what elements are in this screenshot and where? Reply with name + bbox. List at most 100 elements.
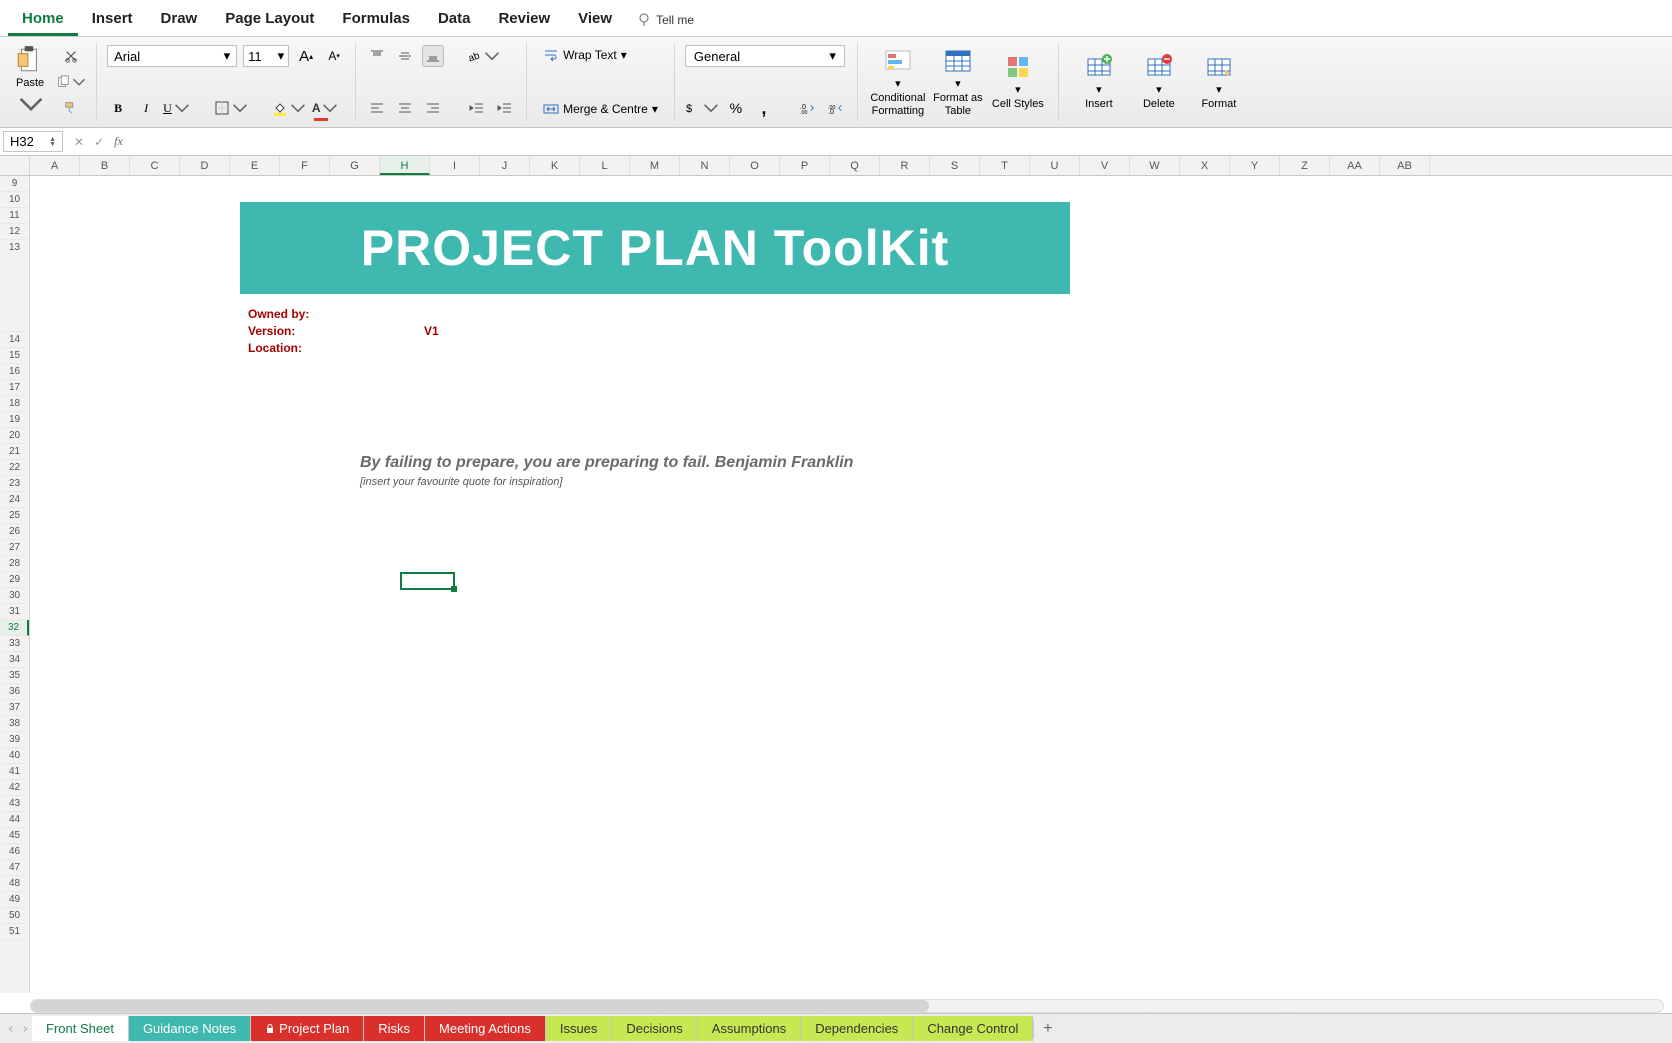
row-header[interactable]: 38 [0, 716, 29, 732]
sheet-tab-project-plan[interactable]: Project Plan [251, 1016, 364, 1041]
accounting-format-icon[interactable]: $ [685, 97, 719, 119]
sheet-tab-front-sheet[interactable]: Front Sheet [32, 1016, 129, 1041]
column-header[interactable]: R [880, 156, 930, 175]
row-header[interactable]: 24 [0, 492, 29, 508]
decrease-font-icon[interactable]: A▾ [323, 45, 345, 67]
row-header[interactable]: 18 [0, 396, 29, 412]
row-header[interactable]: 16 [0, 364, 29, 380]
fx-icon[interactable]: fx [114, 134, 123, 149]
sheet-tab-decisions[interactable]: Decisions [612, 1016, 697, 1041]
row-header[interactable]: 13 [0, 240, 29, 332]
row-header[interactable]: 20 [0, 428, 29, 444]
column-header[interactable]: AB [1380, 156, 1430, 175]
row-header[interactable]: 46 [0, 844, 29, 860]
number-format-select[interactable]: General▾ [685, 45, 845, 67]
row-header[interactable]: 42 [0, 780, 29, 796]
sheet-tab-change-control[interactable]: Change Control [913, 1016, 1033, 1041]
paste-button[interactable]: Paste [16, 45, 44, 119]
font-size-select[interactable]: 11▾ [243, 45, 289, 67]
align-bottom-icon[interactable] [422, 45, 444, 67]
column-header[interactable]: E [230, 156, 280, 175]
row-header[interactable]: 49 [0, 892, 29, 908]
row-header[interactable]: 28 [0, 556, 29, 572]
column-header[interactable]: Z [1280, 156, 1330, 175]
sheet-tab-meeting-actions[interactable]: Meeting Actions [425, 1016, 546, 1041]
row-header[interactable]: 32 [0, 620, 29, 636]
font-color-button[interactable]: A [312, 97, 339, 119]
cancel-formula-icon[interactable]: ✕ [74, 135, 84, 149]
ribbon-tab-review[interactable]: Review [484, 4, 564, 36]
column-header[interactable]: U [1030, 156, 1080, 175]
align-right-icon[interactable] [422, 97, 444, 119]
ribbon-tab-formulas[interactable]: Formulas [328, 4, 424, 36]
align-middle-icon[interactable] [394, 45, 416, 67]
align-center-icon[interactable] [394, 97, 416, 119]
wrap-text-button[interactable]: Wrap Text▾ [537, 45, 633, 65]
row-header[interactable]: 33 [0, 636, 29, 652]
sheet-tab-guidance-notes[interactable]: Guidance Notes [129, 1016, 251, 1041]
delete-cells-button[interactable]: ▾ Delete [1129, 51, 1189, 112]
row-header[interactable]: 27 [0, 540, 29, 556]
row-header[interactable]: 21 [0, 444, 29, 460]
decrease-indent-icon[interactable] [466, 97, 488, 119]
ribbon-tab-page-layout[interactable]: Page Layout [211, 4, 328, 36]
fill-handle[interactable] [451, 586, 457, 592]
row-header[interactable]: 12 [0, 224, 29, 240]
row-header[interactable]: 11 [0, 208, 29, 224]
ribbon-tab-data[interactable]: Data [424, 4, 485, 36]
sheet-tab-issues[interactable]: Issues [546, 1016, 613, 1041]
column-header[interactable]: F [280, 156, 330, 175]
column-header[interactable]: B [80, 156, 130, 175]
column-header[interactable]: C [130, 156, 180, 175]
decrease-decimal-icon[interactable]: .00.0 [825, 97, 847, 119]
column-header[interactable]: AA [1330, 156, 1380, 175]
align-left-icon[interactable] [366, 97, 388, 119]
increase-font-icon[interactable]: A▴ [295, 45, 317, 67]
increase-indent-icon[interactable] [494, 97, 516, 119]
bold-button[interactable]: B [107, 97, 129, 119]
column-header[interactable]: O [730, 156, 780, 175]
row-header[interactable]: 45 [0, 828, 29, 844]
row-header[interactable]: 40 [0, 748, 29, 764]
row-header[interactable]: 43 [0, 796, 29, 812]
cut-icon[interactable] [56, 45, 86, 67]
column-header[interactable]: P [780, 156, 830, 175]
row-header[interactable]: 50 [0, 908, 29, 924]
row-header[interactable]: 31 [0, 604, 29, 620]
align-top-icon[interactable] [366, 45, 388, 67]
cells-area[interactable]: PROJECT PLAN ToolKit Owned by: Version:V… [30, 176, 1672, 993]
column-header[interactable]: T [980, 156, 1030, 175]
row-header[interactable]: 15 [0, 348, 29, 364]
row-header[interactable]: 30 [0, 588, 29, 604]
ribbon-tab-home[interactable]: Home [8, 4, 78, 36]
row-header[interactable]: 23 [0, 476, 29, 492]
row-header[interactable]: 51 [0, 924, 29, 940]
italic-button[interactable]: I [135, 97, 157, 119]
row-header[interactable]: 37 [0, 700, 29, 716]
ribbon-tab-insert[interactable]: Insert [78, 4, 147, 36]
column-header[interactable]: I [430, 156, 480, 175]
merge-centre-button[interactable]: Merge & Centre▾ [537, 99, 664, 119]
underline-button[interactable]: U [163, 97, 190, 119]
copy-icon[interactable] [56, 71, 86, 93]
row-header[interactable]: 25 [0, 508, 29, 524]
ribbon-tab-draw[interactable]: Draw [147, 4, 212, 36]
row-header[interactable]: 41 [0, 764, 29, 780]
column-header[interactable]: M [630, 156, 680, 175]
format-painter-icon[interactable] [56, 97, 86, 119]
column-header[interactable]: D [180, 156, 230, 175]
column-header[interactable]: A [30, 156, 80, 175]
row-header[interactable]: 9 [0, 176, 29, 192]
tell-me-search[interactable]: Tell me [626, 12, 704, 28]
increase-decimal-icon[interactable]: .0.00 [797, 97, 819, 119]
insert-cells-button[interactable]: ▾ Insert [1069, 51, 1129, 112]
select-all-corner[interactable] [0, 156, 30, 175]
sheet-tab-dependencies[interactable]: Dependencies [801, 1016, 913, 1041]
sheet-tab-assumptions[interactable]: Assumptions [698, 1016, 801, 1041]
row-header[interactable]: 34 [0, 652, 29, 668]
column-header[interactable]: X [1180, 156, 1230, 175]
column-header[interactable]: W [1130, 156, 1180, 175]
row-header[interactable]: 35 [0, 668, 29, 684]
column-header[interactable]: L [580, 156, 630, 175]
column-header[interactable]: G [330, 156, 380, 175]
